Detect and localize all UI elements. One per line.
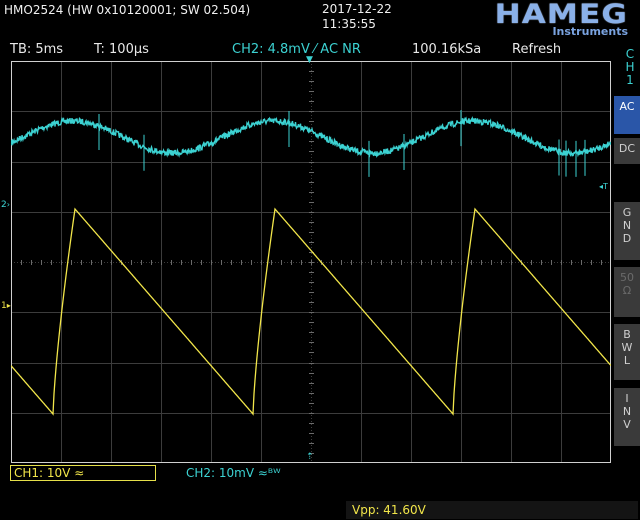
acquisition-mode[interactable]: Refresh xyxy=(512,42,561,57)
side-button-label: N xyxy=(622,219,632,232)
side-button-gnd[interactable]: GND xyxy=(614,202,640,260)
timebase-readout[interactable]: TB: 5ms xyxy=(10,42,63,57)
side-button-label: N xyxy=(622,405,632,418)
logo-subtitle: Instruments xyxy=(552,25,628,38)
side-button-label: G xyxy=(622,206,632,219)
waveform-display[interactable] xyxy=(11,61,611,463)
ch1-scale-readout[interactable]: CH1: 10V ≈ xyxy=(10,465,156,481)
side-button-label: 50 xyxy=(620,271,634,284)
side-button-label: W xyxy=(621,341,633,354)
side-button-dc[interactable]: DC xyxy=(614,138,640,164)
side-button-label: AC xyxy=(619,100,635,113)
side-button-ac[interactable]: AC xyxy=(614,96,640,134)
side-button-inv[interactable]: INV xyxy=(614,388,640,446)
ch2-offset-marker[interactable]: 2› xyxy=(1,200,10,210)
ch2-scale-readout[interactable]: CH2: 10mV ≈ᴮᵂ xyxy=(186,465,281,481)
side-button-label: L xyxy=(623,354,631,367)
hameg-logo: HAMEG Instruments xyxy=(452,0,638,38)
device-info: HMO2524 (HW 0x10120001; SW 02.504) xyxy=(4,3,251,17)
side-button-label: DC xyxy=(618,142,636,155)
side-button-50ohm[interactable]: 50 Ω xyxy=(614,267,640,317)
sample-rate-readout: 100.16kSa xyxy=(412,42,482,57)
ch2-status-readout[interactable]: CH2: 4.8mV ⁄ AC NR xyxy=(232,42,361,57)
side-button-bwl[interactable]: BWL xyxy=(614,324,640,380)
channel-indicator: C H 1 xyxy=(620,48,640,87)
trigger-time-readout[interactable]: T: 100µs xyxy=(94,42,149,57)
ch2-noise xyxy=(98,110,586,177)
date-time: 2017-12-22 11:35:55 xyxy=(322,2,392,32)
side-button-label: Ω xyxy=(622,284,632,297)
trigger-level-marker[interactable]: ◂T xyxy=(599,182,608,191)
trigger-marker-label: T xyxy=(603,182,608,191)
side-button-label: I xyxy=(625,392,629,405)
side-button-label: D xyxy=(622,232,632,245)
side-button-label: V xyxy=(623,418,631,431)
date-text: 2017-12-22 xyxy=(322,2,392,16)
channel-number: 1 xyxy=(626,73,634,87)
trigger-position-bottom-icon[interactable]: ⇡ xyxy=(306,452,314,462)
vpp-measurement: Vpp: 41.60V xyxy=(346,501,638,519)
trigger-position-top-icon[interactable]: ▼ xyxy=(306,55,313,65)
side-button-label: B xyxy=(623,328,631,341)
ch1-offset-marker[interactable]: 1▸ xyxy=(1,301,11,311)
time-text: 11:35:55 xyxy=(322,17,376,31)
